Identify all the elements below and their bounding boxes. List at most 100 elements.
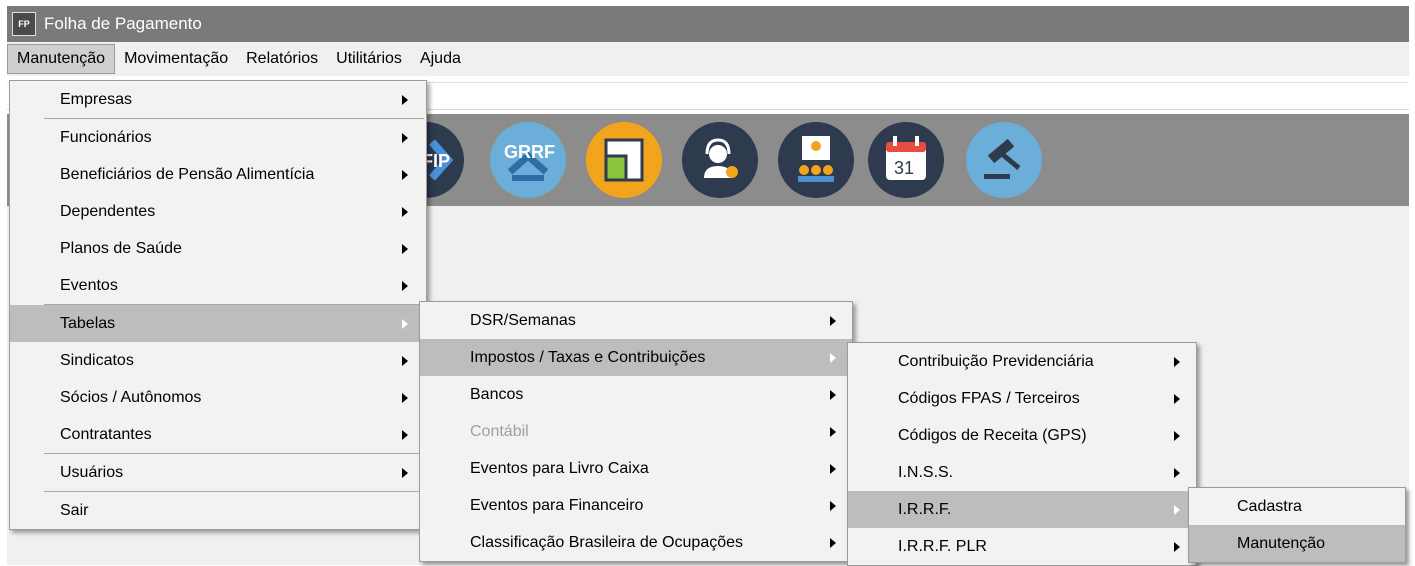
- chevron-right-icon: [1174, 431, 1180, 441]
- main-window: FP Folha de Pagamento Manutenção Movimen…: [0, 0, 1415, 566]
- menu-bar: Manutenção Movimentação Relatórios Utili…: [7, 42, 1409, 76]
- chevron-right-icon: [830, 353, 836, 363]
- menu-tabelas-dropdown: DSR/Semanas Impostos / Taxas e Contribui…: [419, 301, 853, 562]
- menu-utilitarios[interactable]: Utilitários: [327, 44, 411, 74]
- menu-item-label: Dependentes: [60, 203, 156, 220]
- menu-item-label: Usuários: [60, 464, 124, 481]
- menu-item-impostos[interactable]: Impostos / Taxas e Contribuições: [420, 339, 852, 376]
- chevron-right-icon: [402, 281, 408, 291]
- menu-item-label: Sócios / Autônomos: [60, 389, 202, 406]
- menu-irrf-dropdown: Cadastra Manutenção: [1188, 487, 1406, 563]
- chevron-right-icon: [402, 319, 408, 329]
- chevron-right-icon: [402, 244, 408, 254]
- menu-item-cbo[interactable]: Classificação Brasileira de Ocupações: [420, 524, 852, 561]
- menu-item-bancos[interactable]: Bancos: [420, 376, 852, 413]
- grrf-icon[interactable]: GRRF: [490, 122, 566, 198]
- title-bar: FP Folha de Pagamento: [7, 6, 1409, 42]
- menu-item-label: DSR/Semanas: [470, 312, 576, 329]
- menu-item-label: Cadastra: [1237, 498, 1302, 515]
- menu-manutencao[interactable]: Manutenção: [7, 44, 116, 74]
- menu-impostos-dropdown: Contribuição Previdenciária Códigos FPAS…: [847, 342, 1197, 566]
- menu-item-contribuicao-previdenciaria[interactable]: Contribuição Previdenciária: [848, 343, 1196, 380]
- menu-item-sair[interactable]: Sair: [10, 492, 426, 529]
- menu-item-usuarios[interactable]: Usuários: [10, 454, 426, 491]
- menu-item-label: Empresas: [60, 91, 133, 108]
- app-icon: FP: [12, 12, 36, 36]
- menu-item-label: I.R.R.F.: [898, 501, 952, 518]
- menu-item-irrf-plr[interactable]: I.R.R.F. PLR: [848, 528, 1196, 565]
- chevron-right-icon: [402, 393, 408, 403]
- menu-item-label: Sair: [60, 502, 89, 519]
- menu-item-dependentes[interactable]: Dependentes: [10, 193, 426, 230]
- menu-item-label: Sindicatos: [60, 352, 134, 369]
- menu-item-inss[interactable]: I.N.S.S.: [848, 454, 1196, 491]
- menu-item-label: I.N.S.S.: [898, 464, 954, 481]
- menu-item-label: Eventos: [60, 277, 118, 294]
- menu-item-label: Planos de Saúde: [60, 240, 182, 257]
- menu-item-label: Contratantes: [60, 426, 152, 443]
- menu-ajuda[interactable]: Ajuda: [411, 44, 470, 74]
- calendar-icon[interactable]: 31: [868, 122, 944, 198]
- chevron-right-icon: [402, 133, 408, 143]
- chevron-right-icon: [830, 538, 836, 548]
- chevron-right-icon: [402, 207, 408, 217]
- menu-item-beneficiarios[interactable]: Beneficiários de Pensão Alimentícia: [10, 156, 426, 193]
- chevron-right-icon: [402, 430, 408, 440]
- menu-item-empresas[interactable]: Empresas: [10, 81, 426, 118]
- menu-item-label: Contábil: [470, 423, 529, 440]
- chevron-right-icon: [830, 427, 836, 437]
- grrf-icon-text: GRRF: [504, 142, 555, 162]
- menu-item-planos-saude[interactable]: Planos de Saúde: [10, 230, 426, 267]
- gavel-icon[interactable]: [966, 122, 1042, 198]
- chevron-right-icon: [402, 95, 408, 105]
- menu-relatorios[interactable]: Relatórios: [237, 44, 327, 74]
- menu-item-contratantes[interactable]: Contratantes: [10, 416, 426, 453]
- chevron-right-icon: [1174, 357, 1180, 367]
- menu-item-label: Manutenção: [1237, 535, 1326, 552]
- menu-item-codigos-receita[interactable]: Códigos de Receita (GPS): [848, 417, 1196, 454]
- menu-item-label: Contribuição Previdenciária: [898, 353, 1094, 370]
- menu-item-codigos-fpas[interactable]: Códigos FPAS / Terceiros: [848, 380, 1196, 417]
- menu-item-contabil[interactable]: Contábil: [420, 413, 852, 450]
- menu-item-label: Impostos / Taxas e Contribuições: [470, 349, 706, 366]
- menu-item-label: I.R.R.F. PLR: [898, 538, 987, 555]
- menu-item-label: Tabelas: [60, 315, 116, 332]
- chevron-right-icon: [402, 170, 408, 180]
- menu-item-label: Eventos para Livro Caixa: [470, 460, 649, 477]
- menu-item-sindicatos[interactable]: Sindicatos: [10, 342, 426, 379]
- chevron-right-icon: [1174, 505, 1180, 515]
- menu-item-eventos[interactable]: Eventos: [10, 267, 426, 304]
- chevron-right-icon: [1174, 468, 1180, 478]
- menu-item-eventos-livro-caixa[interactable]: Eventos para Livro Caixa: [420, 450, 852, 487]
- menu-movimentacao[interactable]: Movimentação: [115, 44, 237, 74]
- menu-item-dsr-semanas[interactable]: DSR/Semanas: [420, 302, 852, 339]
- menu-item-socios[interactable]: Sócios / Autônomos: [10, 379, 426, 416]
- menu-item-label: Códigos de Receita (GPS): [898, 427, 1087, 444]
- chevron-right-icon: [402, 468, 408, 478]
- menu-item-manutencao-irrf[interactable]: Manutenção: [1189, 525, 1405, 562]
- support-agent-icon[interactable]: [682, 122, 758, 198]
- chevron-right-icon: [1174, 394, 1180, 404]
- chevron-right-icon: [1174, 542, 1180, 552]
- menu-item-tabelas[interactable]: Tabelas: [10, 305, 426, 342]
- menu-item-label: Códigos FPAS / Terceiros: [898, 390, 1080, 407]
- document-icon[interactable]: [586, 122, 662, 198]
- menu-item-label: Beneficiários de Pensão Alimentícia: [60, 166, 315, 183]
- calendar-icon-text: 31: [894, 158, 914, 178]
- chevron-right-icon: [402, 356, 408, 366]
- menu-item-eventos-financeiro[interactable]: Eventos para Financeiro: [420, 487, 852, 524]
- menu-item-label: Bancos: [470, 386, 524, 403]
- menu-item-label: Eventos para Financeiro: [470, 497, 644, 514]
- menu-item-label: Funcionários: [60, 129, 152, 146]
- chevron-right-icon: [830, 501, 836, 511]
- menu-item-irrf[interactable]: I.R.R.F.: [848, 491, 1196, 528]
- meeting-icon[interactable]: [778, 122, 854, 198]
- menu-item-cadastra[interactable]: Cadastra: [1189, 488, 1405, 525]
- chevron-right-icon: [830, 316, 836, 326]
- menu-item-funcionarios[interactable]: Funcionários: [10, 119, 426, 156]
- chevron-right-icon: [830, 390, 836, 400]
- chevron-right-icon: [830, 464, 836, 474]
- menu-item-label: Classificação Brasileira de Ocupações: [470, 534, 744, 551]
- window-title: Folha de Pagamento: [44, 14, 202, 33]
- menu-manutencao-dropdown: Empresas Funcionários Beneficiários de P…: [9, 80, 427, 530]
